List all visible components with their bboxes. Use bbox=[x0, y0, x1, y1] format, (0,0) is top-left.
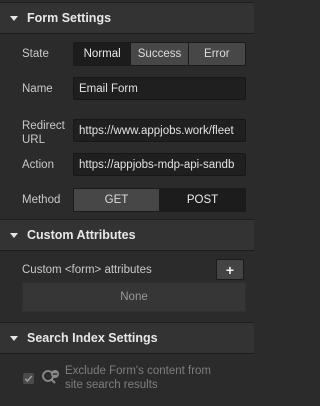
attributes-empty-state: None bbox=[22, 282, 246, 312]
redirect-url-input[interactable]: https://www.appjobs.work/fleet bbox=[73, 119, 246, 142]
section-title: Form Settings bbox=[27, 11, 112, 25]
name-input[interactable]: Email Form bbox=[73, 77, 246, 100]
caret-down-icon bbox=[10, 15, 18, 21]
search-index-header[interactable]: Search Index Settings bbox=[0, 322, 254, 354]
redirect-label-line1: Redirect bbox=[22, 120, 65, 132]
section-title: Custom Attributes bbox=[27, 228, 136, 242]
plus-icon: + bbox=[225, 261, 235, 278]
action-input[interactable]: https://appjobs-mdp-api-sandb bbox=[73, 153, 246, 176]
action-label: Action bbox=[22, 159, 54, 171]
exclude-line1: Exclude Form's content from bbox=[65, 365, 211, 377]
exclude-search-label: Exclude Form's content from site search … bbox=[65, 364, 245, 392]
caret-down-icon bbox=[10, 335, 18, 341]
form-settings-header[interactable]: Form Settings bbox=[0, 2, 254, 34]
custom-attributes-label: Custom <form> attributes bbox=[22, 264, 152, 276]
redirect-label-line2: URL bbox=[22, 134, 46, 146]
empty-text: None bbox=[120, 291, 148, 303]
caret-down-icon bbox=[10, 232, 18, 238]
name-label: Name bbox=[22, 83, 53, 95]
search-minus-icon bbox=[42, 370, 59, 384]
redirect-url-label: Redirect URL bbox=[22, 119, 65, 147]
checkmark-icon bbox=[24, 375, 33, 383]
form-settings-panel: Form Settings State Normal Success Error… bbox=[0, 0, 254, 406]
method-post-option[interactable]: POST bbox=[160, 189, 245, 211]
method-label: Method bbox=[22, 194, 61, 206]
state-selector: Normal Success Error bbox=[73, 42, 246, 66]
section-title: Search Index Settings bbox=[27, 331, 158, 345]
exclude-line2: site search results bbox=[65, 379, 158, 391]
method-get-option[interactable]: GET bbox=[74, 189, 160, 211]
state-error-option[interactable]: Error bbox=[188, 43, 245, 65]
state-normal-option[interactable]: Normal bbox=[74, 43, 132, 65]
custom-attributes-header[interactable]: Custom Attributes bbox=[0, 219, 254, 251]
state-label: State bbox=[22, 48, 49, 60]
exclude-checkbox[interactable] bbox=[23, 373, 34, 384]
state-success-option[interactable]: Success bbox=[131, 43, 189, 65]
method-selector: GET POST bbox=[73, 188, 246, 212]
add-attribute-button[interactable]: + bbox=[216, 259, 244, 280]
